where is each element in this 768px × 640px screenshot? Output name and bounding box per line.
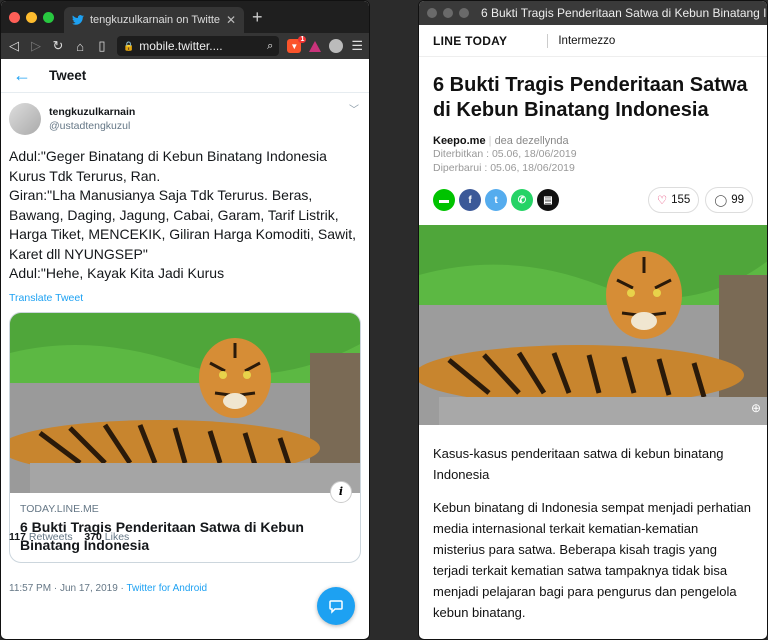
browser-toolbar: ◁ ▷ ↻ ⌂ ▯ 🔒 mobile.twitter.... ⌕ ▼ 1 ☰ <box>1 33 369 59</box>
back-icon[interactable]: ◁ <box>7 38 21 54</box>
home-icon[interactable]: ⌂ <box>73 39 87 54</box>
close-window-button[interactable] <box>427 8 437 18</box>
updated-date: Diperbarui : 05.06, 18/06/2019 <box>433 162 575 174</box>
window-controls <box>9 11 54 23</box>
article-lead: Kasus-kasus penderitaan satwa di kebun b… <box>433 446 724 482</box>
article-source: Keepo.me | dea dezellynda <box>433 135 569 147</box>
divider <box>547 33 549 48</box>
lock-icon: 🔒 <box>123 40 135 51</box>
share-bar: ▬ f t ✆ ▤ ♡ 155 ◯ 99 <box>433 187 753 213</box>
window-title: 6 Bukti Tragis Penderitaan Satwa di Kebu… <box>481 6 767 20</box>
timestamp-text: 11:57 PM · Jun 17, 2019 · <box>9 582 127 594</box>
minimize-window-button[interactable] <box>443 8 453 18</box>
brave-shields-icon[interactable]: ▼ 1 <box>287 36 307 53</box>
bookmark-icon[interactable]: ▯ <box>95 38 109 54</box>
maximize-window-button[interactable] <box>43 11 54 23</box>
brave-rewards-icon[interactable] <box>309 40 322 52</box>
reply-bubble-icon <box>329 600 343 614</box>
info-icon[interactable]: i <box>330 480 352 503</box>
reload-icon[interactable]: ↻ <box>51 38 65 54</box>
tiger-image <box>419 225 767 425</box>
article-hero-image[interactable]: ⊕ <box>419 225 767 425</box>
reaction-buttons: ♡ 155 ◯ 99 <box>647 187 753 213</box>
tweet-timestamp: 11:57 PM · Jun 17, 2019 · Twitter for An… <box>9 583 361 594</box>
twitter-share-icon[interactable]: t <box>485 189 507 211</box>
window-titlebar: 6 Bukti Tragis Penderitaan Satwa di Kebu… <box>419 1 767 25</box>
compose-reply-button[interactable] <box>317 587 355 625</box>
minimize-window-button[interactable] <box>26 11 37 23</box>
profile-icon[interactable] <box>329 39 344 53</box>
whatsapp-share-icon[interactable]: ✆ <box>511 189 533 211</box>
line-share-icon[interactable]: ▬ <box>433 189 455 211</box>
tweet-author[interactable]: tengkuzulkarnain @ustadtengkuzul <box>9 103 361 135</box>
page-title: Tweet <box>49 68 87 83</box>
article-window: 6 Bukti Tragis Penderitaan Satwa di Kebu… <box>418 0 768 640</box>
source-name[interactable]: Keepo.me <box>433 135 486 147</box>
published-date: Diterbitkan : 05.06, 18/06/2019 <box>433 148 577 160</box>
comment-button[interactable]: ◯ 99 <box>705 187 753 213</box>
category-link[interactable]: Intermezzo <box>558 35 615 47</box>
author-name[interactable]: tengkuzulkarnain <box>49 106 135 118</box>
author-handle[interactable]: @ustadtengkuzul <box>49 120 135 132</box>
tab-title: tengkuzulkarnain on Twitter: "Ad <box>90 14 220 26</box>
keep-share-icon[interactable]: ▤ <box>537 189 559 211</box>
author-name: dea dezellynda <box>494 135 569 147</box>
maximize-window-button[interactable] <box>459 8 469 18</box>
shields-count: 1 <box>298 36 307 43</box>
retweets-label[interactable]: Retweets <box>29 531 73 543</box>
retweet-count[interactable]: 117 <box>9 531 26 543</box>
browser-tab[interactable]: tengkuzulkarnain on Twitter: "Ad ✕ <box>64 7 244 33</box>
url-text: mobile.twitter.... <box>139 39 223 53</box>
search-icon: ⌕ <box>267 39 274 52</box>
heart-icon: ♡ <box>656 195 668 207</box>
site-header: LINE TODAY Intermezzo <box>419 25 767 57</box>
zoom-icon[interactable]: ⊕ <box>751 401 761 415</box>
tweet-stats: 117 Retweets 370 Likes <box>9 531 129 543</box>
back-arrow-icon[interactable]: ← <box>13 65 31 86</box>
browser-window: tengkuzulkarnain on Twitter: "Ad ✕ + ◁ ▷… <box>0 0 370 640</box>
like-count: 155 <box>671 194 691 206</box>
comment-icon: ◯ <box>714 195 728 207</box>
likes-label[interactable]: Likes <box>105 531 130 543</box>
tweet: ﹀ tengkuzulkarnain @ustadtengkuzul Adul:… <box>1 93 369 639</box>
like-count[interactable]: 370 <box>84 531 102 543</box>
card-image[interactable]: i <box>10 312 360 503</box>
article: 6 Bukti Tragis Penderitaan Satwa di Kebu… <box>419 57 767 623</box>
close-window-button[interactable] <box>9 11 20 23</box>
close-tab-icon[interactable]: ✕ <box>226 13 236 27</box>
line-today-logo[interactable]: LINE TODAY <box>433 34 507 48</box>
article-headline: 6 Bukti Tragis Penderitaan Satwa di Kebu… <box>433 74 748 121</box>
new-tab-button[interactable]: + <box>252 7 263 28</box>
comment-count: 99 <box>731 194 744 206</box>
link-card[interactable]: i TODAY.LINE.ME 6 Bukti Tragis Penderita… <box>9 311 361 563</box>
tweet-header: ← Tweet <box>1 59 369 93</box>
avatar[interactable] <box>9 103 41 135</box>
menu-icon[interactable]: ☰ <box>351 38 363 54</box>
window-controls <box>427 8 469 18</box>
chevron-down-icon[interactable]: ﹀ <box>349 101 359 116</box>
twitter-bird-icon <box>72 15 84 25</box>
card-domain: TODAY.LINE.ME <box>20 502 99 515</box>
translate-link[interactable]: Translate Tweet <box>9 292 361 304</box>
article-body: Kebun binatang di Indonesia sempat menja… <box>433 500 752 620</box>
tab-bar: tengkuzulkarnain on Twitter: "Ad ✕ + <box>1 1 369 33</box>
address-bar[interactable]: 🔒 mobile.twitter.... ⌕ <box>117 36 280 56</box>
like-button[interactable]: ♡ 155 <box>647 187 700 213</box>
forward-icon[interactable]: ▷ <box>29 38 43 54</box>
facebook-share-icon[interactable]: f <box>459 189 481 211</box>
tweet-text: Adul:"Geger Binatang di Kebun Binatang I… <box>9 148 357 281</box>
client-link[interactable]: Twitter for Android <box>126 583 207 594</box>
tiger-image <box>10 312 360 493</box>
